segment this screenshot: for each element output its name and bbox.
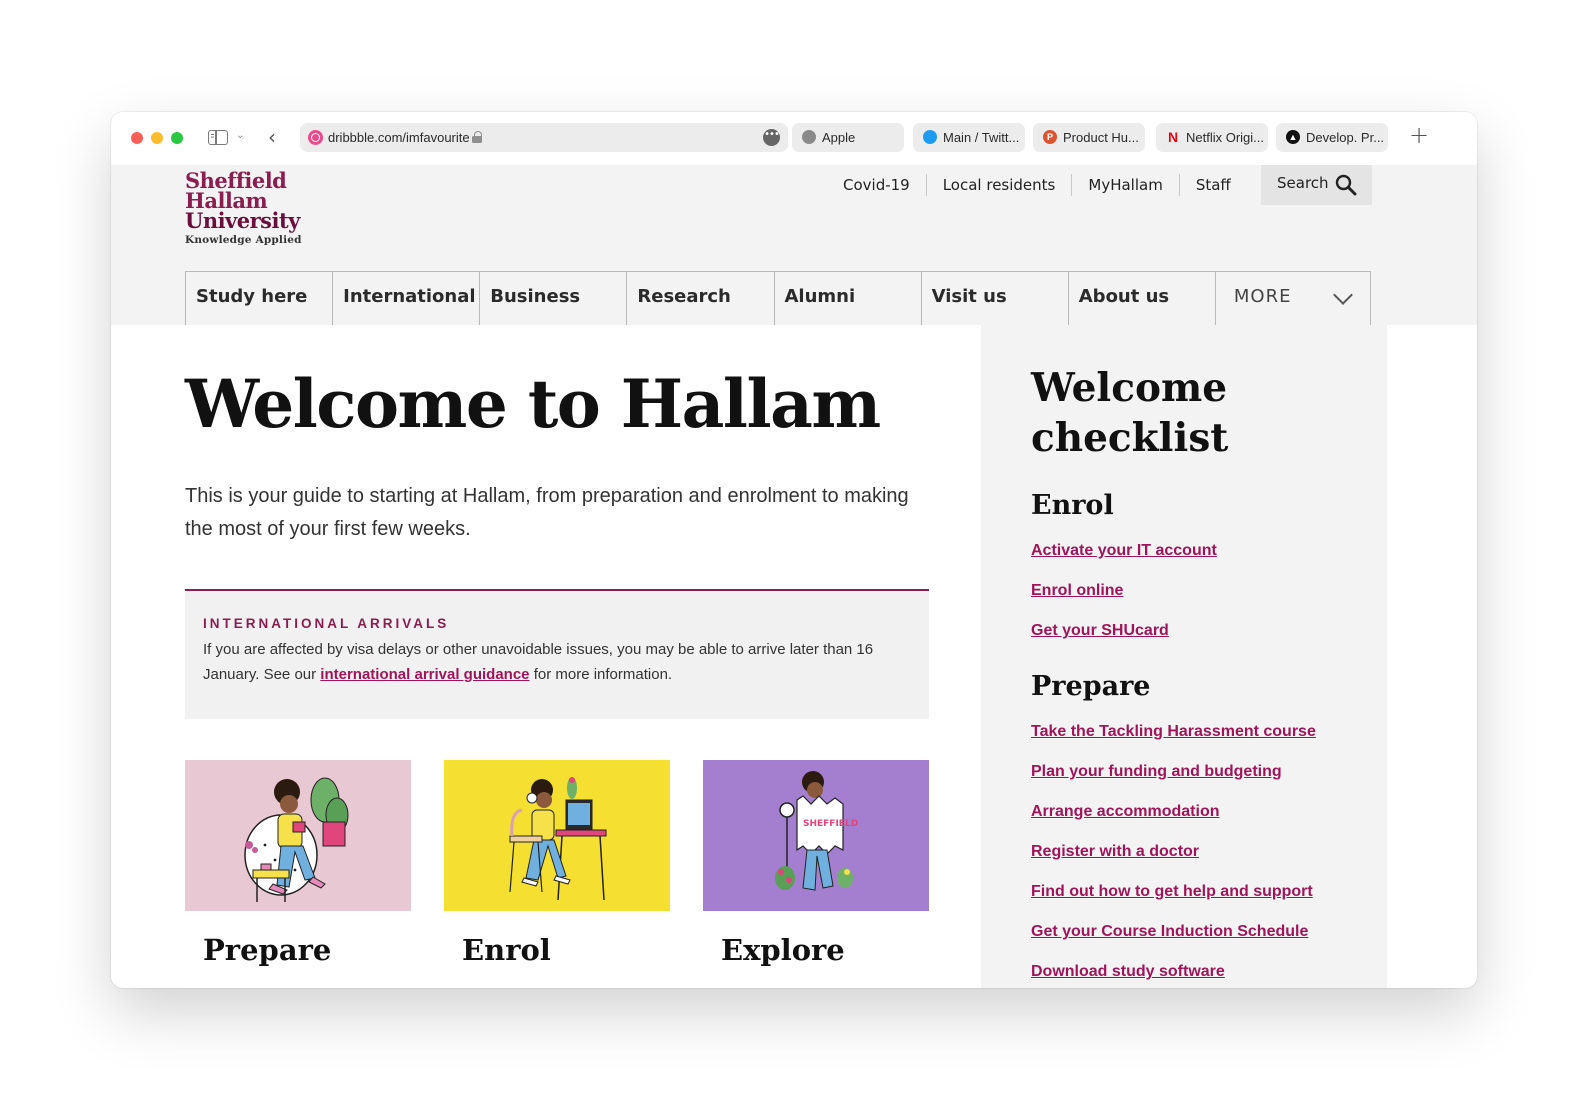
card-explore[interactable]: SHEFFIELD Explore [703, 760, 929, 967]
util-link-myhallam[interactable]: MyHallam [1071, 174, 1178, 196]
international-arrival-guidance-link[interactable]: international arrival guidance [320, 666, 529, 683]
logo-line: University [185, 208, 300, 233]
tab-label: Apple [822, 130, 856, 145]
checklist-title-line: checklist [1031, 415, 1229, 461]
dribbble-icon [308, 130, 323, 145]
prepare-illustration [185, 760, 411, 911]
utility-nav: Covid-19 Local residents MyHallam Staff [827, 165, 1247, 205]
checklist-link[interactable]: Take the Tackling Harassment course [1031, 723, 1316, 741]
enrol-illustration [444, 760, 670, 911]
util-link-staff[interactable]: Staff [1178, 174, 1247, 196]
card-title: Enrol [462, 933, 551, 967]
checklist-link[interactable]: Plan your funding and budgeting [1031, 763, 1282, 781]
back-button[interactable]: ‹ [268, 125, 276, 149]
main-nav: Study here International Business Resear… [185, 271, 1371, 325]
nav-item-research[interactable]: Research [626, 272, 773, 325]
site-header: Sheffield Hallam University Knowledge Ap… [111, 165, 1477, 325]
svg-text:SHEFFIELD: SHEFFIELD [803, 819, 858, 829]
sidebar-toggle-icon[interactable] [208, 130, 228, 145]
browser-window: ⌄ ‹ dribbble.com/imfavourite ••• Apple M… [111, 112, 1477, 988]
tab-label: Product Hu... [1063, 130, 1139, 145]
browser-toolbar: ⌄ ‹ dribbble.com/imfavourite ••• Apple M… [111, 112, 1477, 165]
card-title: Explore [721, 933, 845, 967]
checklist-link[interactable]: Download study software [1031, 963, 1225, 981]
search-button[interactable]: Search [1261, 165, 1372, 205]
chevron-down-icon[interactable]: ⌄ [236, 130, 244, 141]
checklist-link[interactable]: Arrange accommodation [1031, 803, 1219, 821]
tab-develop[interactable]: ▲ Develop. Pr... [1276, 123, 1388, 152]
tab-twitter[interactable]: Main / Twitt... [913, 123, 1025, 152]
checklist-link[interactable]: Get your Course Induction Schedule [1031, 923, 1308, 941]
nav-item-alumni[interactable]: Alumni [773, 272, 921, 325]
lock-icon [472, 131, 482, 143]
nav-more-label: MORE [1233, 286, 1292, 307]
tab-apple[interactable]: Apple [792, 123, 904, 152]
twitter-icon [923, 130, 937, 144]
tab-label: Netflix Origi... [1186, 130, 1265, 145]
page-title: Welcome to Hallam [185, 365, 881, 443]
chevron-down-icon [1333, 285, 1353, 305]
util-link-local-residents[interactable]: Local residents [925, 174, 1072, 196]
card-prepare[interactable]: Prepare [185, 760, 411, 967]
welcome-checklist: Welcome checklist Enrol Activate your IT… [981, 325, 1387, 988]
more-icon[interactable]: ••• [763, 129, 780, 146]
nav-more-button[interactable]: MORE [1214, 272, 1370, 325]
logo-tagline: Knowledge Applied [185, 234, 302, 246]
university-logo[interactable]: Sheffield Hallam University Knowledge Ap… [185, 170, 315, 246]
checklist-enrol-heading: Enrol [1031, 490, 1114, 521]
card-grid: Prepare Enrol SHEFFIELD Explore [185, 760, 929, 988]
nav-item-business[interactable]: Business [479, 272, 626, 325]
explore-illustration: SHEFFIELD [703, 760, 929, 911]
util-link-covid[interactable]: Covid-19 [827, 174, 926, 196]
new-tab-button[interactable]: + [1409, 121, 1429, 149]
search-label: Search [1277, 174, 1329, 192]
tab-label: Develop. Pr... [1306, 130, 1385, 145]
nav-item-study-here[interactable]: Study here [186, 272, 332, 325]
address-bar[interactable]: dribbble.com/imfavourite ••• [300, 123, 788, 152]
nav-item-about-us[interactable]: About us [1067, 272, 1215, 325]
develop-icon: ▲ [1286, 130, 1300, 144]
card-enrol[interactable]: Enrol [444, 760, 670, 967]
checklist-title-line: Welcome [1031, 365, 1228, 411]
minimize-window-button[interactable] [151, 132, 163, 144]
netflix-icon: N [1167, 129, 1179, 145]
apple-icon [802, 130, 816, 144]
search-icon [1335, 174, 1357, 196]
checklist-title: Welcome checklist [1031, 363, 1228, 463]
close-window-button[interactable] [131, 132, 143, 144]
checklist-link[interactable]: Get your SHUcard [1031, 622, 1169, 640]
tab-netflix[interactable]: N Netflix Origi... [1156, 123, 1268, 152]
international-arrivals-notice: INTERNATIONAL ARRIVALS If you are affect… [185, 589, 929, 719]
url-text[interactable]: dribbble.com/imfavourite [328, 130, 470, 145]
tab-label: Main / Twitt... [943, 130, 1020, 145]
intro-text: This is your guide to starting at Hallam… [185, 485, 909, 540]
card-title: Prepare [203, 933, 332, 967]
notice-body: If you are affected by visa delays or ot… [203, 637, 911, 687]
nav-item-international[interactable]: International [332, 272, 479, 325]
checklist-link[interactable]: Activate your IT account [1031, 542, 1217, 560]
checklist-link[interactable]: Register with a doctor [1031, 843, 1199, 861]
notice-title: INTERNATIONAL ARRIVALS [203, 616, 450, 631]
checklist-link[interactable]: Enrol online [1031, 582, 1123, 600]
zoom-window-button[interactable] [171, 132, 183, 144]
nav-item-visit-us[interactable]: Visit us [920, 272, 1068, 325]
product-hunt-icon: P [1043, 130, 1057, 144]
notice-text: for more information. [529, 666, 673, 683]
checklist-link[interactable]: Find out how to get help and support [1031, 883, 1313, 901]
tab-product-hunt[interactable]: P Product Hu... [1033, 123, 1145, 152]
checklist-prepare-heading: Prepare [1031, 671, 1151, 702]
